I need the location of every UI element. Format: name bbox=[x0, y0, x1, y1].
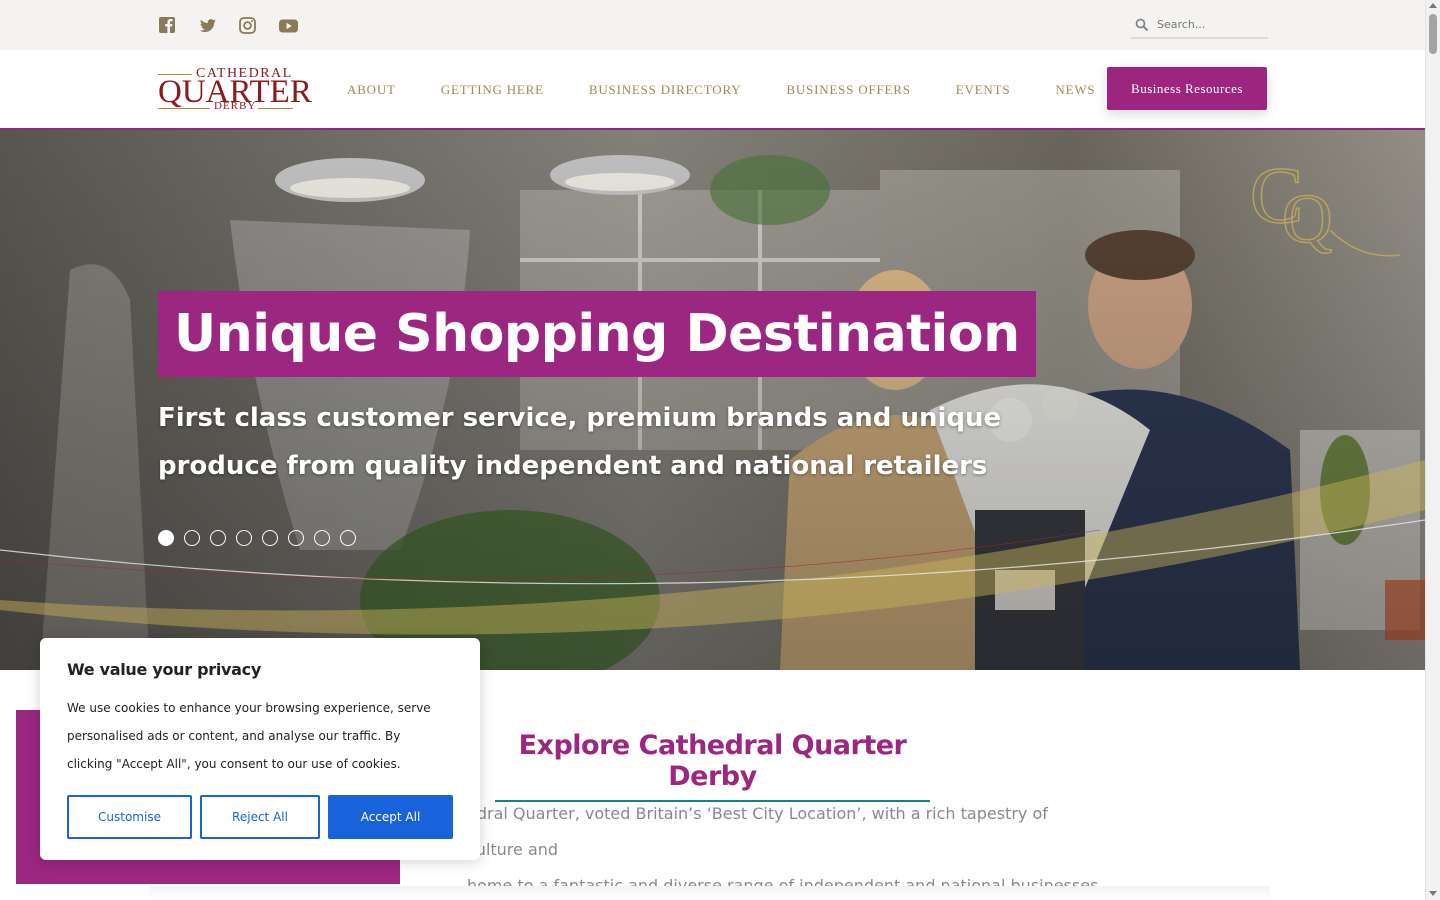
search-input[interactable] bbox=[1157, 18, 1257, 31]
slider-dot[interactable] bbox=[210, 530, 226, 546]
section-heading: Explore Cathedral Quarter Derby bbox=[495, 730, 930, 802]
youtube-icon[interactable] bbox=[278, 16, 299, 36]
search-box bbox=[1131, 12, 1268, 39]
customise-button[interactable]: Customise bbox=[67, 795, 192, 839]
cookie-body: We use cookies to enhance your browsing … bbox=[67, 701, 431, 771]
card-row-top-edge bbox=[150, 886, 1270, 900]
hero-subtitle: First class customer service, premium br… bbox=[158, 403, 1002, 481]
nav-item-about[interactable]: ABOUT bbox=[347, 82, 396, 98]
nav-item-news[interactable]: NEWS bbox=[1055, 82, 1095, 98]
reject-all-button[interactable]: Reject All bbox=[200, 795, 320, 839]
business-resources-button[interactable]: Business Resources bbox=[1107, 67, 1267, 110]
logo-rule bbox=[258, 108, 293, 109]
slider-dots bbox=[158, 530, 356, 546]
social-links bbox=[158, 16, 299, 36]
intro-text-line: edral Quarter, voted Britain’s ‘Best Cit… bbox=[467, 804, 1048, 859]
accept-all-button[interactable]: Accept All bbox=[328, 795, 453, 839]
slider-dot[interactable] bbox=[158, 530, 174, 546]
cookie-title: We value your privacy bbox=[67, 660, 261, 679]
top-bar bbox=[0, 0, 1425, 50]
slider-dot[interactable] bbox=[340, 530, 356, 546]
slider-dot[interactable] bbox=[184, 530, 200, 546]
logo-rule bbox=[158, 108, 210, 109]
nav-item-business-offers[interactable]: BUSINESS OFFERS bbox=[786, 82, 910, 98]
scroll-up-arrow-icon[interactable] bbox=[1429, 3, 1437, 8]
slider-dot[interactable] bbox=[288, 530, 304, 546]
nav-item-getting-here[interactable]: GETTING HERE bbox=[441, 82, 544, 98]
facebook-icon[interactable] bbox=[158, 16, 178, 36]
scroll-down-arrow-icon[interactable] bbox=[1429, 891, 1437, 896]
instagram-icon[interactable] bbox=[238, 16, 258, 36]
scrollbar-thumb[interactable] bbox=[1429, 14, 1437, 54]
hero-slider: C Q Unique Shopping Destination First cl… bbox=[0, 130, 1425, 670]
twitter-icon[interactable] bbox=[198, 16, 218, 36]
nav-item-events[interactable]: EVENTS bbox=[956, 82, 1011, 98]
slider-dot[interactable] bbox=[314, 530, 330, 546]
slider-dot[interactable] bbox=[236, 530, 252, 546]
nav-item-business-directory[interactable]: BUSINESS DIRECTORY bbox=[589, 82, 742, 98]
logo-line-3: DERBY bbox=[214, 100, 257, 112]
main-nav: ABOUT GETTING HERE BUSINESS DIRECTORY BU… bbox=[347, 82, 1140, 98]
intro-text: edral Quarter, voted Britain’s ‘Best Cit… bbox=[467, 796, 1107, 900]
page-scrollbar[interactable] bbox=[1425, 0, 1440, 900]
hero-title: Unique Shopping Destination bbox=[158, 291, 1036, 377]
search-icon bbox=[1135, 18, 1149, 31]
slider-dot[interactable] bbox=[262, 530, 278, 546]
site-logo[interactable]: CATHEDRAL QUARTER DERBY bbox=[158, 66, 312, 114]
svg-text:Q: Q bbox=[1282, 181, 1333, 258]
cookie-consent-dialog: We value your privacy We use cookies to … bbox=[40, 638, 480, 860]
site-header: CATHEDRAL QUARTER DERBY ABOUT GETTING HE… bbox=[0, 50, 1425, 130]
